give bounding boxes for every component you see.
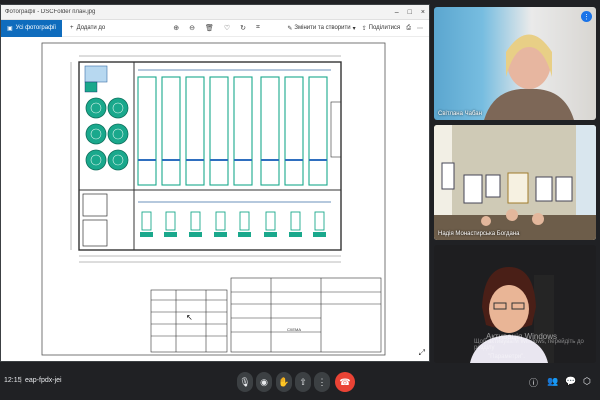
favorite-icon[interactable]: ♡ [224, 24, 230, 32]
participant-video-2 [434, 125, 596, 240]
image-canvas: СХЕМА ↖ ⤢ [1, 38, 429, 361]
participant-tile-2[interactable]: Надія Монастирська Богдана [434, 125, 596, 240]
print-icon[interactable]: ⎙ [406, 25, 411, 32]
meet-screen: Фотографії - DSCFolder план.jpg – □ × ▣ … [0, 0, 600, 400]
microphone-icon: 🎙 [239, 376, 251, 387]
title-block [230, 277, 382, 353]
hangup-icon: ☎ [339, 376, 351, 387]
camera-icon: ◉ [260, 376, 268, 387]
people-icon[interactable]: 👥 [547, 376, 558, 387]
separator: | [20, 377, 22, 384]
add-to-label: Додати до [76, 25, 106, 31]
stamp-text: СХЕМА [287, 327, 301, 332]
participant-tile-3[interactable]: Активація Windows Щоб активувати Windows… [434, 245, 596, 363]
rotate-icon[interactable]: ↻ [240, 24, 246, 32]
info-icon[interactable]: ⓘ [529, 376, 538, 389]
maximize-button[interactable]: □ [408, 9, 412, 16]
edit-create-button[interactable]: ✎ Змінити та створити ▾ [287, 25, 355, 32]
zoom-in-icon[interactable]: ⊕ [173, 24, 179, 32]
close-button[interactable]: × [421, 9, 425, 16]
windows-watermark-line3: "Параметри". [488, 354, 525, 360]
photos-titlebar: Фотографії - DSCFolder план.jpg – □ × [1, 5, 429, 20]
photos-icon: ▣ [7, 25, 13, 32]
more-options-button[interactable]: ⋮ [314, 372, 330, 392]
window-controls: – □ × [395, 9, 425, 16]
delete-icon[interactable]: 🗑 [205, 24, 214, 32]
crop-icon[interactable]: ⌗ [256, 24, 260, 32]
add-to-button[interactable]: + Додати до [62, 25, 113, 31]
share-icon: ⇪ [361, 25, 367, 32]
camera-button[interactable]: ◉ [256, 372, 272, 392]
zoom-out-icon[interactable]: ⊖ [189, 24, 195, 32]
edit-create-label: Змінити та створити [294, 25, 351, 31]
window-title: Фотографії - DSCFolder план.jpg [5, 9, 96, 15]
speaking-icon: ⋮ [581, 11, 592, 22]
share-label: Поділитися [368, 25, 401, 31]
share-button[interactable]: ⇪ Поділитися [362, 25, 401, 32]
microphone-button[interactable]: 🎙 [237, 372, 253, 392]
meeting-controls-bar: 12:15 | eap-fpdx-jei 🎙 ◉ ✋ ⇧ ⋮ ☎ ⓘ 👥 💬 ⬡ [0, 368, 600, 400]
participant-tile-1[interactable]: ⋮ Світлана Чабан [434, 7, 596, 120]
present-icon: ⇧ [299, 376, 307, 387]
all-photos-button[interactable]: ▣ Усі фотографії [1, 19, 63, 37]
shared-screen: Фотографії - DSCFolder план.jpg – □ × ▣ … [0, 4, 430, 362]
edit-icon: ✎ [287, 25, 293, 32]
expand-icon[interactable]: ⤢ [419, 348, 425, 358]
more-icon[interactable]: ⋯ [417, 25, 423, 32]
round-tanks [85, 97, 129, 171]
all-photos-label: Усі фотографії [15, 25, 57, 31]
toolbar-right: ✎ Змінити та створити ▾ ⇪ Поділитися ⎙ ⋯ [287, 25, 429, 32]
raise-hand-button[interactable]: ✋ [276, 372, 292, 392]
activities-icon[interactable]: ⬡ [583, 376, 591, 387]
chat-icon[interactable]: 💬 [565, 376, 576, 387]
leave-call-button[interactable]: ☎ [335, 372, 355, 392]
lower-units [141, 211, 325, 231]
chevron-down-icon: ▾ [352, 25, 356, 32]
participant-name-1: Світлана Чабан [438, 111, 482, 117]
windows-watermark-line2: Щоб активувати Windows, перейдіть до роз… [474, 339, 584, 351]
image-actions: ⊕ ⊖ 🗑 ♡ ↻ ⌗ [173, 24, 260, 32]
mouse-cursor-icon: ↖ [186, 313, 193, 322]
minimize-button[interactable]: – [395, 9, 399, 16]
long-channels [137, 76, 328, 186]
photos-toolbar: ▣ Усі фотографії + Додати до ⊕ ⊖ 🗑 ♡ ↻ ⌗… [1, 19, 429, 37]
floor-plan-drawing: СХЕМА [41, 42, 386, 356]
more-vert-icon: ⋮ [317, 376, 327, 387]
meeting-code: eap-fpdx-jei [25, 377, 62, 384]
participant-name-2: Надія Монастирська Богдана [438, 231, 520, 237]
plus-icon: + [70, 25, 74, 31]
hand-icon: ✋ [278, 376, 290, 387]
present-button[interactable]: ⇧ [295, 372, 311, 392]
participant-video-1 [484, 34, 574, 120]
meeting-time: 12:15 [4, 377, 22, 384]
